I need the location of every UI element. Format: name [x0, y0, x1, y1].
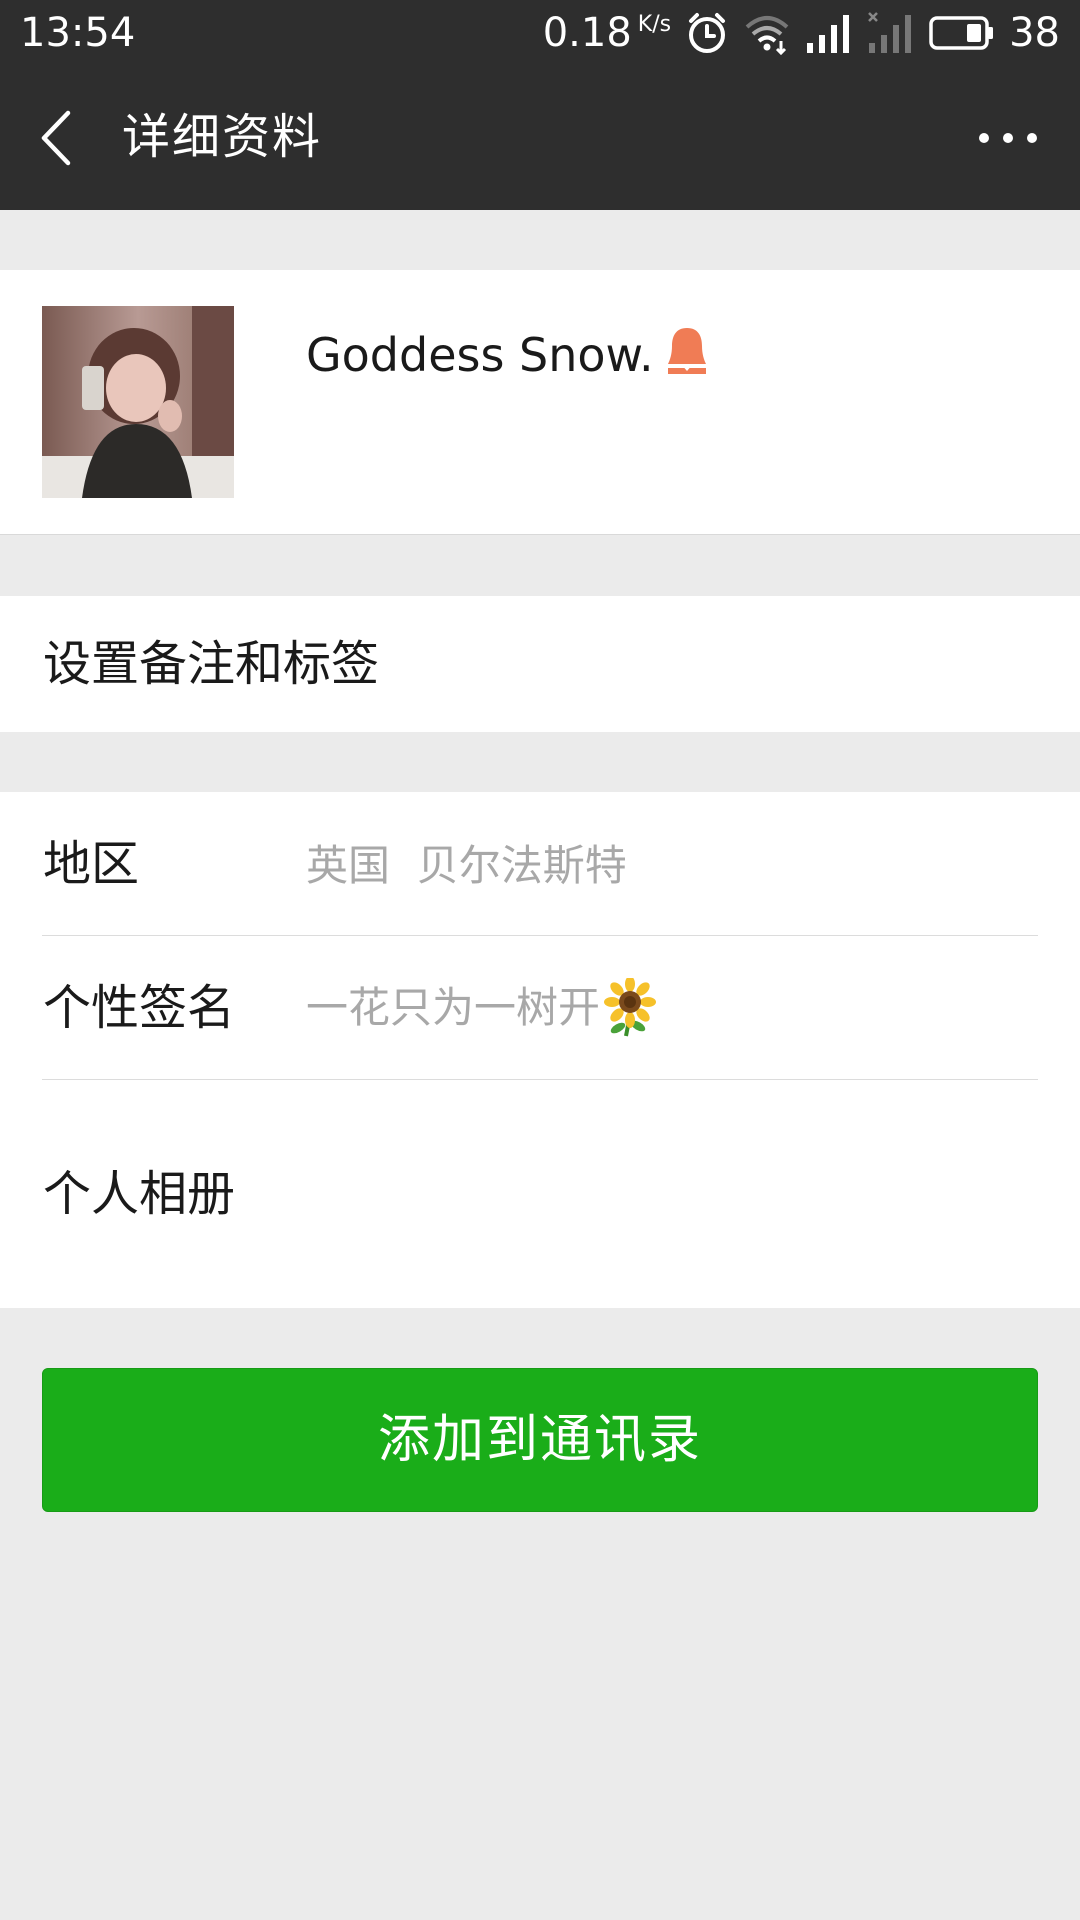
signature-value: 一花只为一树开	[306, 976, 657, 1038]
female-icon	[664, 324, 710, 376]
region-value-text: 英国 贝尔法斯特	[306, 841, 627, 890]
signal-icon	[805, 11, 853, 55]
set-remark-label: 设置备注和标签	[43, 636, 380, 692]
album-label: 个人相册	[43, 1166, 236, 1222]
chevron-left-icon	[41, 110, 71, 166]
profile-name: Goddess Snow.	[306, 328, 654, 382]
app-bar: 详细资料	[0, 66, 1080, 210]
more-horizontal-icon	[979, 133, 1037, 143]
status-icons: 0.18 K/s 38	[543, 8, 1060, 58]
page-title: 详细资料	[122, 109, 323, 165]
signature-label: 个性签名	[43, 980, 236, 1036]
battery-icon	[929, 15, 995, 51]
signal-no-sim-icon	[867, 11, 915, 55]
profile-card: Goddess Snow.	[0, 270, 1080, 535]
info-group: 地区 英国 贝尔法斯特 个性签名 一花只为一树开 个人相册	[0, 792, 1080, 1308]
avatar[interactable]	[42, 306, 234, 498]
status-bar: 13:54 0.18 K/s 38	[0, 0, 1080, 66]
region-label: 地区	[43, 836, 140, 892]
status-time: 13:54	[20, 10, 136, 56]
region-value: 英国 贝尔法斯特	[306, 836, 627, 896]
net-speed-unit: K/s	[637, 12, 672, 37]
add-to-contacts-button[interactable]: 添加到通讯录	[42, 1368, 1038, 1512]
set-remark-and-tags-row[interactable]: 设置备注和标签	[0, 596, 1080, 732]
region-row: 地区 英国 贝尔法斯特	[0, 792, 1080, 935]
signature-row: 个性签名 一花只为一树开	[0, 936, 1080, 1079]
signature-text: 一花只为一树开	[306, 983, 601, 1032]
sunflower-icon	[604, 976, 657, 1038]
wifi-icon	[743, 11, 791, 55]
more-button[interactable]	[974, 118, 1042, 158]
net-speed: 0.18	[542, 10, 632, 56]
back-button[interactable]	[30, 103, 90, 173]
battery-level: 38	[1009, 10, 1060, 56]
personal-album-row[interactable]: 个人相册	[0, 1080, 1080, 1308]
alarm-icon	[685, 11, 729, 55]
